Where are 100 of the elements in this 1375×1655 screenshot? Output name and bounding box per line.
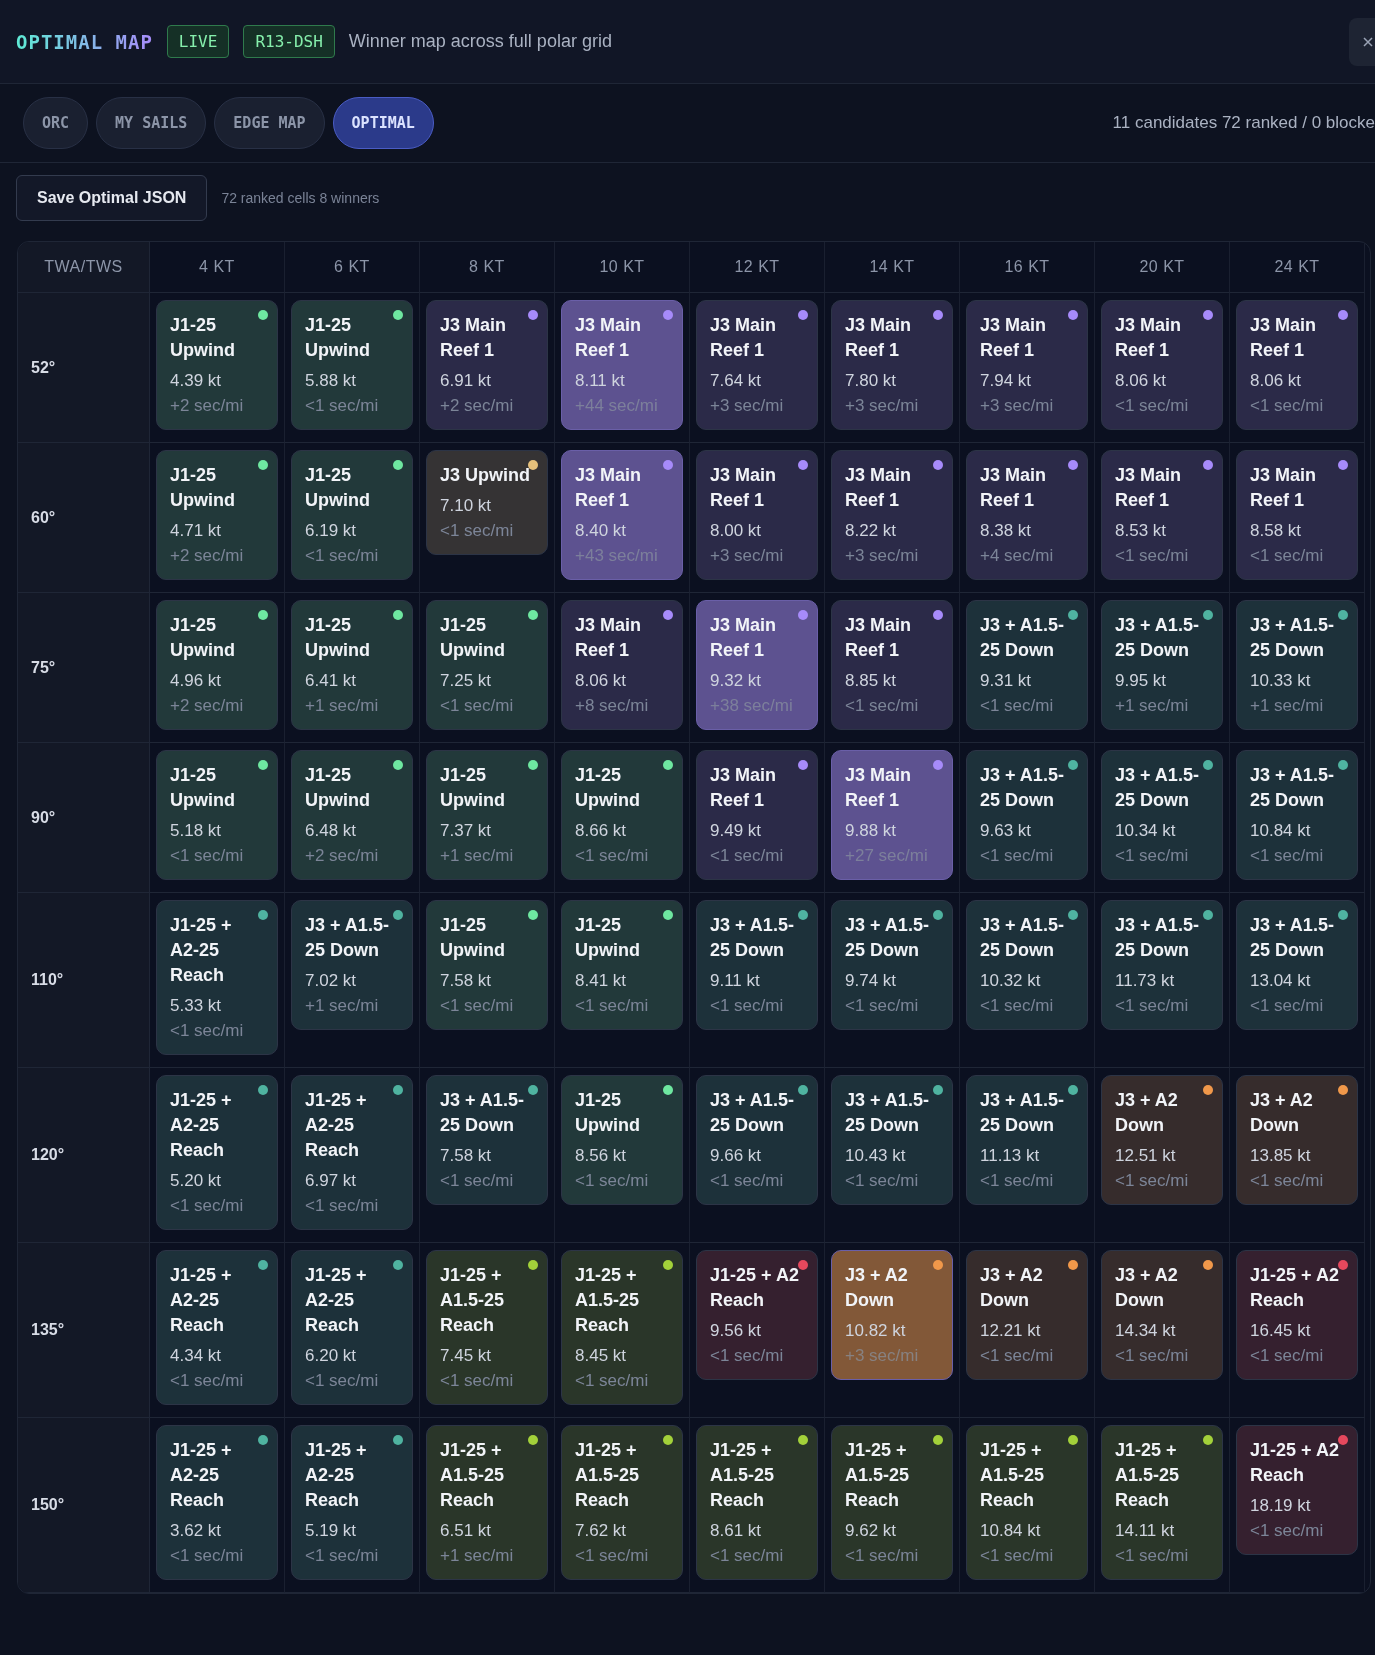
sail-card[interactable]: J3 Main Reef 1 8.22 kt +3 sec/mi: [831, 450, 953, 580]
sail-card[interactable]: J3 Main Reef 1 8.38 kt +4 sec/mi: [966, 450, 1088, 580]
sail-card[interactable]: J3 Main Reef 1 8.85 kt <1 sec/mi: [831, 600, 953, 730]
sail-card[interactable]: J1-25 + A1.5-25 Reach 9.62 kt <1 sec/mi: [831, 1425, 953, 1580]
speed-value: 7.45 kt: [440, 1345, 493, 1367]
delta-value: <1 sec/mi: [980, 995, 1055, 1017]
sail-card[interactable]: J3 + A1.5-25 Down 11.13 kt <1 sec/mi: [966, 1075, 1088, 1205]
delta-value: <1 sec/mi: [980, 1345, 1055, 1367]
sail-card[interactable]: J3 + A1.5-25 Down 7.02 kt +1 sec/mi: [291, 900, 413, 1030]
sail-card[interactable]: J3 Main Reef 1 9.49 kt <1 sec/mi: [696, 750, 818, 880]
delta-value: <1 sec/mi: [845, 995, 920, 1017]
sail-card[interactable]: J1-25 Upwind 4.39 kt +2 sec/mi: [156, 300, 278, 430]
sail-card[interactable]: J1-25 Upwind 5.18 kt <1 sec/mi: [156, 750, 278, 880]
sail-card[interactable]: J3 + A2 Down 12.21 kt <1 sec/mi: [966, 1250, 1088, 1380]
sail-card[interactable]: J1-25 + A1.5-25 Reach 7.62 kt <1 sec/mi: [561, 1425, 683, 1580]
sail-card[interactable]: J1-25 + A2-25 Reach 3.62 kt <1 sec/mi: [156, 1425, 278, 1580]
sail-name: J1-25 + A1.5-25 Reach: [440, 1439, 506, 1512]
sail-card[interactable]: J3 Main Reef 1 8.06 kt +8 sec/mi: [561, 600, 683, 730]
sail-card[interactable]: J3 Main Reef 1 8.00 kt +3 sec/mi: [696, 450, 818, 580]
sail-card[interactable]: J1-25 + A1.5-25 Reach 10.84 kt <1 sec/mi: [966, 1425, 1088, 1580]
sail-name: J1-25 + A2-25 Reach: [305, 1439, 368, 1512]
sail-card[interactable]: J3 + A1.5-25 Down 10.84 kt <1 sec/mi: [1236, 750, 1358, 880]
sail-card[interactable]: J1-25 + A2-25 Reach 5.19 kt <1 sec/mi: [291, 1425, 413, 1580]
speed-value: 7.94 kt: [980, 370, 1033, 392]
sail-card[interactable]: J3 + A1.5-25 Down 10.32 kt <1 sec/mi: [966, 900, 1088, 1030]
tab[interactable]: MY SAILS: [96, 97, 207, 149]
sail-card[interactable]: J3 + A1.5-25 Down 9.31 kt <1 sec/mi: [966, 600, 1088, 730]
sail-card[interactable]: J1-25 + A2-25 Reach 5.20 kt <1 sec/mi: [156, 1075, 278, 1230]
speed-value: 10.43 kt: [845, 1145, 907, 1167]
sail-name: J1-25 + A2-25 Reach: [170, 914, 233, 987]
row-header: 75°: [31, 658, 56, 677]
sail-card[interactable]: J1-25 + A2-25 Reach 6.97 kt <1 sec/mi: [291, 1075, 413, 1230]
sail-card[interactable]: J3 Main Reef 1 7.94 kt +3 sec/mi: [966, 300, 1088, 430]
sail-card[interactable]: J1-25 Upwind 7.37 kt +1 sec/mi: [426, 750, 548, 880]
sail-card[interactable]: J3 Main Reef 1 8.06 kt <1 sec/mi: [1236, 300, 1358, 430]
tab[interactable]: ORC: [23, 97, 89, 149]
delta-value: <1 sec/mi: [1250, 1520, 1325, 1542]
delta-value: +2 sec/mi: [170, 395, 245, 417]
sail-card[interactable]: J3 + A2 Down 14.34 kt <1 sec/mi: [1101, 1250, 1223, 1380]
sail-card[interactable]: J1-25 + A1.5-25 Reach 6.51 kt +1 sec/mi: [426, 1425, 548, 1580]
sail-card[interactable]: J3 + A1.5-25 Down 10.34 kt <1 sec/mi: [1101, 750, 1223, 880]
sail-card[interactable]: J3 + A1.5-25 Down 11.73 kt <1 sec/mi: [1101, 900, 1223, 1030]
sail-card[interactable]: J3 + A1.5-25 Down 9.66 kt <1 sec/mi: [696, 1075, 818, 1205]
sail-card[interactable]: J3 + A1.5-25 Down 10.43 kt <1 sec/mi: [831, 1075, 953, 1205]
column-header: 14 KT: [825, 242, 960, 293]
sail-card[interactable]: J1-25 + A2-25 Reach 5.33 kt <1 sec/mi: [156, 900, 278, 1055]
sail-card[interactable]: J1-25 + A2 Reach 16.45 kt <1 sec/mi: [1236, 1250, 1358, 1380]
sail-card[interactable]: J1-25 Upwind 8.56 kt <1 sec/mi: [561, 1075, 683, 1205]
row-header: 60°: [31, 508, 56, 527]
save-button[interactable]: Save Optimal JSON: [16, 175, 208, 221]
sail-card[interactable]: J3 + A1.5-25 Down 9.63 kt <1 sec/mi: [966, 750, 1088, 880]
speed-value: 16.45 kt: [1250, 1320, 1312, 1342]
sail-card[interactable]: J1-25 Upwind 6.41 kt +1 sec/mi: [291, 600, 413, 730]
sail-card[interactable]: J3 + A2 Down 10.82 kt +3 sec/mi: [831, 1250, 953, 1380]
sail-card[interactable]: J3 Main Reef 1 7.80 kt +3 sec/mi: [831, 300, 953, 430]
speed-value: 7.58 kt: [440, 970, 493, 992]
sail-card[interactable]: J3 + A1.5-25 Down 7.58 kt <1 sec/mi: [426, 1075, 548, 1205]
delta-value: <1 sec/mi: [170, 1020, 245, 1042]
delta-value: <1 sec/mi: [575, 845, 650, 867]
delta-value: +1 sec/mi: [305, 695, 380, 717]
sail-card[interactable]: J3 Main Reef 1 8.53 kt <1 sec/mi: [1101, 450, 1223, 580]
sail-card[interactable]: J1-25 Upwind 7.58 kt <1 sec/mi: [426, 900, 548, 1030]
sail-card[interactable]: J1-25 Upwind 4.71 kt +2 sec/mi: [156, 450, 278, 580]
sail-card[interactable]: J3 Main Reef 1 8.06 kt <1 sec/mi: [1101, 300, 1223, 430]
sail-card[interactable]: J1-25 Upwind 7.25 kt <1 sec/mi: [426, 600, 548, 730]
sail-card[interactable]: J1-25 + A1.5-25 Reach 7.45 kt <1 sec/mi: [426, 1250, 548, 1405]
sail-card[interactable]: J1-25 Upwind 8.66 kt <1 sec/mi: [561, 750, 683, 880]
sail-card[interactable]: J1-25 Upwind 5.88 kt <1 sec/mi: [291, 300, 413, 430]
sail-name: J3 Main Reef 1: [710, 614, 778, 662]
sail-card[interactable]: J1-25 + A1.5-25 Reach 14.11 kt <1 sec/mi: [1101, 1425, 1223, 1580]
close-button[interactable]: [1349, 17, 1375, 66]
sail-card[interactable]: J1-25 Upwind 6.19 kt <1 sec/mi: [291, 450, 413, 580]
sail-name: J1-25 Upwind: [305, 314, 371, 362]
sail-card[interactable]: J3 Main Reef 1 7.64 kt +3 sec/mi: [696, 300, 818, 430]
tab[interactable]: OPTIMAL: [332, 97, 434, 149]
sail-card[interactable]: J1-25 Upwind 4.96 kt +2 sec/mi: [156, 600, 278, 730]
sail-card[interactable]: J3 + A2 Down 13.85 kt <1 sec/mi: [1236, 1075, 1358, 1205]
sail-card[interactable]: J3 + A2 Down 12.51 kt <1 sec/mi: [1101, 1075, 1223, 1205]
sail-card[interactable]: J1-25 + A2 Reach 18.19 kt <1 sec/mi: [1236, 1425, 1358, 1555]
sail-card[interactable]: J1-25 + A1.5-25 Reach 8.61 kt <1 sec/mi: [696, 1425, 818, 1580]
sail-name: J3 Main Reef 1: [1115, 314, 1183, 362]
sail-card[interactable]: J1-25 + A2-25 Reach 6.20 kt <1 sec/mi: [291, 1250, 413, 1405]
sail-card[interactable]: J3 + A1.5-25 Down 9.11 kt <1 sec/mi: [696, 900, 818, 1030]
tab[interactable]: EDGE MAP: [214, 97, 325, 149]
sail-name: J3 Main Reef 1: [575, 614, 643, 662]
speed-value: 9.32 kt: [710, 670, 763, 692]
sail-card[interactable]: J1-25 + A2-25 Reach 4.34 kt <1 sec/mi: [156, 1250, 278, 1405]
sail-card[interactable]: J3 Main Reef 1 6.91 kt +2 sec/mi: [426, 300, 548, 430]
sail-card[interactable]: J3 Upwind 7.10 kt <1 sec/mi: [426, 450, 548, 555]
sail-card[interactable]: J1-25 Upwind 8.41 kt <1 sec/mi: [561, 900, 683, 1030]
sail-card[interactable]: J3 + A1.5-25 Down 13.04 kt <1 sec/mi: [1236, 900, 1358, 1030]
delta-value: +8 sec/mi: [575, 695, 650, 717]
sail-card[interactable]: J1-25 + A2 Reach 9.56 kt <1 sec/mi: [696, 1250, 818, 1380]
sail-card[interactable]: J3 + A1.5-25 Down 10.33 kt +1 sec/mi: [1236, 600, 1358, 730]
sail-card[interactable]: J3 + A1.5-25 Down 9.95 kt +1 sec/mi: [1101, 600, 1223, 730]
sail-card[interactable]: J3 Main Reef 1 8.58 kt <1 sec/mi: [1236, 450, 1358, 580]
sail-card[interactable]: J1-25 Upwind 6.48 kt +2 sec/mi: [291, 750, 413, 880]
speed-value: 7.10 kt: [440, 495, 493, 517]
sail-card[interactable]: J1-25 + A1.5-25 Reach 8.45 kt <1 sec/mi: [561, 1250, 683, 1405]
sail-card[interactable]: J3 + A1.5-25 Down 9.74 kt <1 sec/mi: [831, 900, 953, 1030]
